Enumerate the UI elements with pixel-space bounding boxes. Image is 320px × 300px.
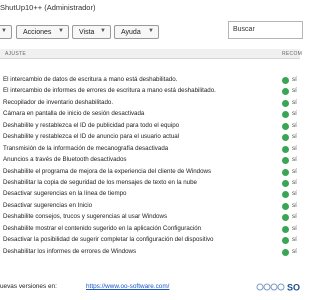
recommended-value: sí (292, 178, 297, 186)
setting-label: Deshabilite y restablezca el ID de anunc… (3, 133, 180, 141)
title-bar: ShutUp10++ (Administrador) (0, 0, 300, 18)
recommended-value: sí (292, 224, 297, 232)
list-item[interactable]: El intercambio de datos de escritura a m… (0, 75, 300, 86)
list-item[interactable]: Desactivar sugerencias en Inicio sí (0, 201, 300, 212)
list-item[interactable]: Deshabilitar la copia de seguridad de lo… (0, 178, 300, 189)
recommended-status-icon (282, 145, 289, 153)
recommended-value: sí (292, 133, 297, 141)
chevron-down-icon: ▼ (148, 28, 154, 34)
list-item[interactable]: Transmisión de la información de mecanog… (0, 144, 300, 155)
actions-menu-button[interactable]: Acciones ▼ (16, 25, 69, 39)
recommended-value: sí (292, 121, 297, 129)
recommended-status-icon (282, 179, 289, 187)
setting-label: Cámara en pantalla de inicio de sesión d… (3, 110, 145, 118)
recommended-value: sí (292, 247, 297, 255)
setting-label: Deshabilite mostrar el contenido sugerid… (3, 224, 202, 232)
setting-label: Deshabilitar los informes de errores de … (3, 247, 137, 255)
list-item[interactable]: Deshabilite y restablezca el ID de anunc… (0, 132, 300, 143)
recommended-status-icon (282, 111, 289, 119)
help-menu-label: Ayuda (121, 28, 141, 36)
actions-menu-label: Acciones (23, 28, 52, 36)
status-bar: uevas versiones en: https://www.oo-softw… (0, 278, 300, 294)
recommended-status-icon (282, 214, 289, 222)
list-item[interactable]: Deshabilite el programa de mejora de la … (0, 167, 300, 178)
recommended-value: sí (292, 144, 297, 152)
setting-label: Deshabilitar la copia de seguridad de lo… (3, 178, 197, 186)
table-header: AJUSTE RECOM (0, 49, 302, 59)
setting-label: Recopilador de inventario deshabilitado. (3, 98, 114, 106)
recommended-value: sí (292, 87, 297, 95)
logo-text: SO (287, 283, 300, 293)
recommended-value: sí (292, 190, 297, 198)
file-menu-button[interactable]: ▼ (0, 25, 12, 39)
recommended-status-icon (282, 88, 289, 96)
list-item[interactable]: Deshabilitar los informes de errores de … (0, 247, 300, 258)
list-item[interactable]: Deshabilite y restablezca el ID de publi… (0, 121, 300, 132)
recommended-status-icon (282, 168, 289, 176)
recommended-status-icon (282, 122, 289, 130)
recommended-status-icon (282, 202, 289, 210)
help-menu-button[interactable]: Ayuda ▼ (114, 25, 159, 39)
list-item[interactable]: Cámara en pantalla de inicio de sesión d… (0, 109, 300, 120)
recommended-status-icon (282, 134, 289, 142)
search-input[interactable]: Buscar (228, 21, 303, 39)
recommended-value: sí (292, 213, 297, 221)
setting-label: Desactivar la posibilidad de sugerir com… (3, 236, 214, 244)
recommended-status-icon (282, 237, 289, 245)
recommended-value: sí (292, 110, 297, 118)
column-header-recommended[interactable]: RECOM (282, 51, 302, 57)
list-item[interactable]: El intercambio de informes de errores de… (0, 86, 300, 97)
setting-label: Anuncios a través de Bluetooth desactiva… (3, 156, 127, 164)
recommended-value: sí (292, 201, 297, 209)
list-item[interactable]: Anuncios a través de Bluetooth desactiva… (0, 155, 300, 166)
chevron-down-icon: ▼ (100, 28, 106, 34)
recommended-status-icon (282, 99, 289, 107)
recommended-status-icon (282, 191, 289, 199)
setting-label: Deshabilite el programa de mejora de la … (3, 167, 212, 175)
recommended-status-icon (282, 225, 289, 233)
search-placeholder: Buscar (233, 26, 255, 33)
list-item[interactable]: Deshabilite consejos, trucos y sugerenci… (0, 212, 300, 223)
list-item[interactable]: Desactivar sugerencias en la línea de ti… (0, 189, 300, 200)
view-menu-label: Vista (79, 28, 95, 36)
oo-logo: SO (256, 283, 300, 293)
setting-label: Deshabilite y restablezca el ID de publi… (3, 121, 180, 129)
recommended-value: sí (292, 98, 297, 106)
list-item[interactable]: Recopilador de inventario deshabilitado.… (0, 98, 300, 109)
recommended-value: sí (292, 156, 297, 164)
list-item[interactable]: Desactivar la posibilidad de sugerir com… (0, 235, 300, 246)
setting-label: Deshabilite consejos, trucos y sugerenci… (3, 213, 168, 221)
recommended-value: sí (292, 167, 297, 175)
update-text: uevas versiones en: (0, 283, 57, 290)
settings-list: El intercambio de datos de escritura a m… (0, 75, 300, 258)
chevron-down-icon: ▼ (58, 28, 64, 34)
column-header-setting[interactable]: AJUSTE (5, 51, 26, 57)
setting-label: Desactivar sugerencias en la línea de ti… (3, 190, 127, 198)
update-link[interactable]: https://www.oo-software.com/ (86, 283, 169, 290)
recommended-status-icon (282, 157, 289, 165)
chevron-down-icon: ▼ (1, 28, 7, 34)
recommended-status-icon (282, 77, 289, 84)
view-menu-button[interactable]: Vista ▼ (72, 25, 111, 39)
list-item[interactable]: Deshabilite mostrar el contenido sugerid… (0, 224, 300, 235)
setting-label: Desactivar sugerencias en Inicio (3, 201, 93, 209)
setting-label: Transmisión de la información de mecanog… (3, 144, 169, 152)
recommended-value: sí (292, 76, 297, 83)
recommended-status-icon (282, 248, 289, 256)
setting-label: El intercambio de datos de escritura a m… (3, 76, 178, 83)
window-title: ShutUp10++ (Administrador) (0, 3, 96, 12)
recommended-value: sí (292, 236, 297, 244)
setting-label: El intercambio de informes de errores de… (3, 87, 216, 95)
